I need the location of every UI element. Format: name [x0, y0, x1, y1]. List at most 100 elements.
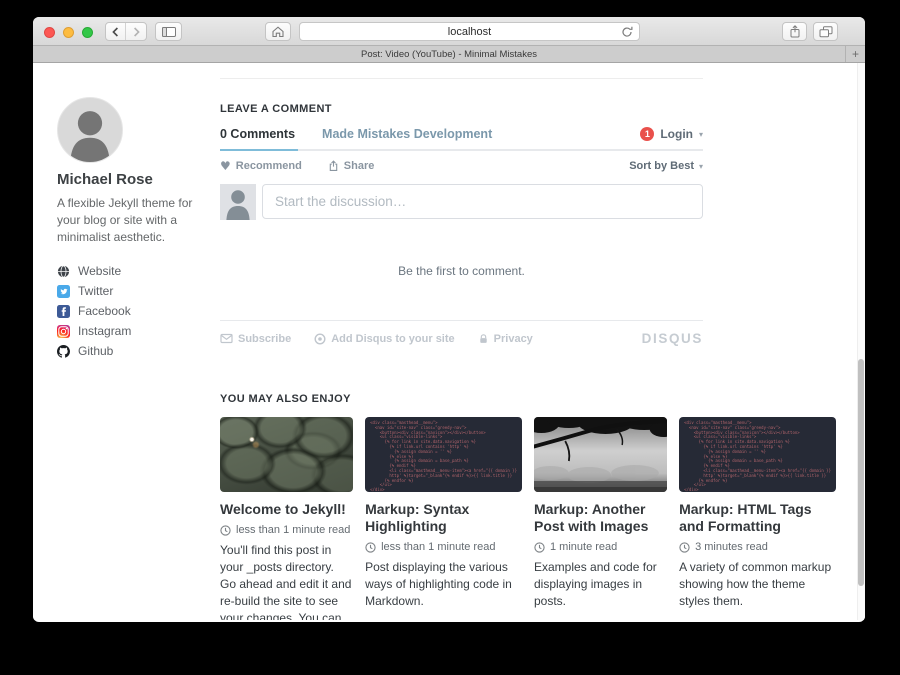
post-excerpt: Post displaying the various ways of high… — [365, 559, 522, 610]
clock-icon — [679, 542, 690, 553]
privacy-label: Privacy — [494, 333, 533, 345]
sidebar-link-facebook[interactable]: Facebook — [57, 301, 217, 321]
github-icon — [57, 345, 70, 358]
globe-icon — [57, 265, 70, 278]
sort-label: Sort by Best — [629, 160, 694, 172]
privacy-link[interactable]: Privacy — [478, 333, 533, 345]
zoom-window-button[interactable] — [82, 27, 93, 38]
code-snippet: <div class="masthead__menu"> <nav id="si… — [684, 421, 831, 492]
read-time-label: 3 minutes read — [695, 541, 768, 553]
tab-bar: Post: Video (YouTube) - Minimal Mistakes… — [33, 46, 865, 63]
lock-icon — [478, 333, 489, 345]
disqus-footer: Subscribe Add Disqus to your site — [220, 331, 703, 346]
post-read-time: less than 1 minute read — [365, 541, 522, 553]
post-excerpt: You'll find this post in your _posts dir… — [220, 542, 353, 620]
login-button[interactable]: 1 Login ▾ — [640, 127, 703, 149]
post-thumbnail-moss — [220, 417, 353, 492]
home-button[interactable] — [265, 22, 291, 41]
empty-comments-message: Be the first to comment. — [220, 264, 703, 278]
chevron-right-icon — [133, 27, 140, 37]
disqus-logo: DISQUS — [642, 331, 703, 346]
disqus-share-button[interactable]: Share — [328, 160, 375, 172]
browser-tab[interactable]: Post: Video (YouTube) - Minimal Mistakes — [361, 49, 537, 60]
read-time-label: less than 1 minute read — [381, 541, 495, 553]
post-title-link[interactable]: Markup: HTML Tags and Formatting — [679, 501, 836, 535]
post-excerpt: Examples and code for displaying images … — [534, 559, 667, 610]
community-tab[interactable]: Made Mistakes Development — [322, 127, 492, 149]
reload-button[interactable] — [621, 26, 633, 38]
chevron-down-icon: ▾ — [699, 162, 703, 171]
disqus-footer-divider — [220, 320, 703, 321]
read-time-label: less than 1 minute read — [236, 524, 350, 536]
tab-overview-button[interactable] — [813, 22, 838, 41]
login-label: Login — [660, 127, 693, 141]
instagram-icon — [57, 325, 70, 338]
history-nav-group — [105, 22, 147, 41]
envelope-icon — [220, 333, 233, 344]
clock-icon — [534, 542, 545, 553]
related-post-card[interactable]: <div class="masthead__menu"> <nav id="si… — [365, 417, 522, 620]
sidebar-link-twitter[interactable]: Twitter — [57, 281, 217, 301]
sidebar-toggle-button[interactable] — [155, 22, 182, 41]
comments-section-heading: LEAVE A COMMENT — [220, 103, 836, 115]
disqus-embed: 0 Comments Made Mistakes Development 1 L… — [220, 127, 703, 346]
minimize-window-button[interactable] — [63, 27, 74, 38]
author-sidebar: Michael Rose A flexible Jekyll theme for… — [57, 97, 217, 361]
author-avatar — [57, 97, 123, 163]
post-thumbnail-code: <div class="masthead__menu"> <nav id="si… — [679, 417, 836, 492]
disqus-tabs: 0 Comments Made Mistakes Development 1 L… — [220, 127, 703, 151]
sidebar-link-github[interactable]: Github — [57, 341, 217, 361]
related-posts-grid: Welcome to Jekyll! less than 1 minute re… — [220, 417, 836, 620]
sidebar-icon — [162, 27, 176, 37]
disqus-actions-row: ♥ Recommend Share Sort by Best — [220, 160, 703, 172]
browser-toolbar: localhost — [33, 17, 865, 46]
sidebar-link-instagram[interactable]: Instagram — [57, 321, 217, 341]
related-post-card[interactable]: <div class="masthead__menu"> <nav id="si… — [679, 417, 836, 620]
related-post-card[interactable]: Markup: Another Post with Images 1 minut… — [534, 417, 667, 620]
add-disqus-link[interactable]: Add Disqus to your site — [314, 333, 454, 345]
recommend-button[interactable]: ♥ Recommend — [220, 160, 302, 172]
facebook-icon — [57, 305, 70, 318]
home-icon — [271, 25, 285, 38]
post-excerpt: A variety of common markup showing how t… — [679, 559, 836, 610]
read-time-label: 1 minute read — [550, 541, 617, 553]
post-title-link[interactable]: Welcome to Jekyll! — [220, 501, 353, 518]
reload-icon — [621, 26, 633, 38]
main-column: LEAVE A COMMENT 0 Comments Made Mistakes… — [220, 63, 836, 620]
disqus-circle-icon — [314, 333, 326, 345]
comment-count-tab[interactable]: 0 Comments — [220, 127, 298, 151]
share-button[interactable] — [782, 22, 807, 41]
code-snippet: <div class="masthead__menu"> <nav id="si… — [370, 421, 517, 492]
comment-input[interactable] — [262, 184, 703, 219]
close-window-button[interactable] — [44, 27, 55, 38]
sidebar-link-label: Github — [78, 344, 113, 358]
subscribe-label: Subscribe — [238, 333, 291, 345]
clock-icon — [220, 525, 231, 536]
new-tab-button[interactable]: + — [845, 46, 865, 62]
post-thumbnail-fog — [534, 417, 667, 492]
commenter-avatar — [220, 184, 256, 220]
sidebar-link-label: Website — [78, 264, 121, 278]
post-bottom-divider — [220, 78, 703, 79]
recommend-label: Recommend — [236, 160, 302, 172]
desktop-background: localhost — [0, 0, 900, 675]
subscribe-button[interactable]: Subscribe — [220, 333, 291, 345]
post-read-time: less than 1 minute read — [220, 524, 353, 536]
related-post-card[interactable]: Welcome to Jekyll! less than 1 minute re… — [220, 417, 353, 620]
sidebar-link-label: Facebook — [78, 304, 131, 318]
post-title-link[interactable]: Markup: Syntax Highlighting — [365, 501, 522, 535]
post-title-link[interactable]: Markup: Another Post with Images — [534, 501, 667, 535]
sidebar-link-website[interactable]: Website — [57, 261, 217, 281]
heart-icon: ♥ — [220, 160, 231, 172]
foggy-tree-photo — [534, 417, 667, 492]
forward-button[interactable] — [126, 23, 146, 40]
back-button[interactable] — [106, 23, 126, 40]
scrollbar-thumb[interactable] — [858, 359, 864, 586]
comment-compose-row — [220, 184, 703, 220]
twitter-icon — [57, 285, 70, 298]
person-silhouette-icon — [220, 184, 256, 220]
clock-icon — [365, 542, 376, 553]
address-bar[interactable]: localhost — [299, 22, 640, 41]
sort-dropdown[interactable]: Sort by Best ▾ — [629, 160, 703, 172]
safari-window: localhost — [33, 17, 865, 622]
